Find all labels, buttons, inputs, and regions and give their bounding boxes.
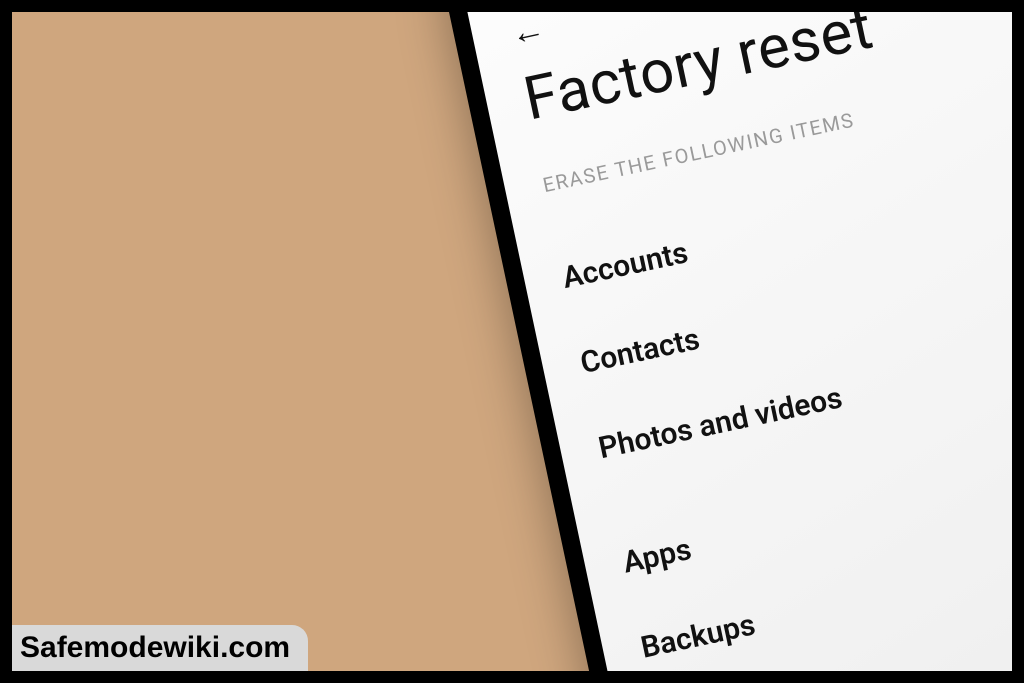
back-arrow-icon: ← — [507, 12, 549, 54]
phone-screen: 9:30 4G 79 — [453, 12, 1012, 671]
watermark-label: Safemodewiki.com — [12, 625, 308, 671]
background: 9:30 4G 79 — [12, 12, 1012, 671]
phone-body: 9:30 4G 79 — [432, 12, 1012, 671]
phone-container: 9:30 4G 79 — [432, 12, 1012, 671]
image-frame: 9:30 4G 79 — [0, 0, 1024, 683]
